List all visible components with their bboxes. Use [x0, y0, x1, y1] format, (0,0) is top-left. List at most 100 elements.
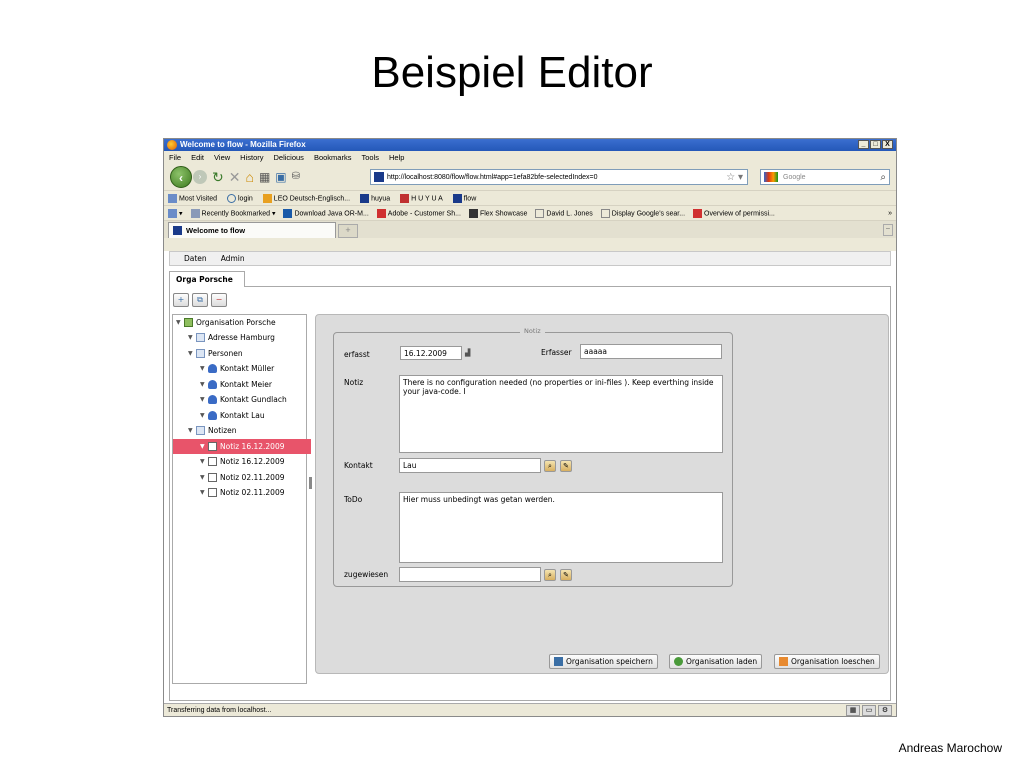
- delete-icon[interactable]: −: [211, 293, 227, 307]
- expand-arrow-icon[interactable]: ▼: [200, 454, 208, 469]
- bookmark-java[interactable]: Download Java OR-M...: [283, 208, 369, 218]
- search-icon[interactable]: ⌕: [880, 172, 886, 183]
- search-contact-icon[interactable]: ⌕: [544, 569, 556, 581]
- stop-icon[interactable]: ✕: [229, 169, 241, 185]
- bookmark-most-visited[interactable]: Most Visited: [168, 193, 217, 203]
- browser-tab[interactable]: Welcome to flow: [168, 222, 336, 238]
- tree-node-label: Kontakt Meier: [220, 380, 272, 389]
- flash-icon: [360, 193, 370, 203]
- splitter-handle[interactable]: [309, 477, 312, 489]
- copy-icon[interactable]: ⧉: [192, 293, 208, 307]
- status-settings-icon[interactable]: ⚙: [878, 705, 892, 716]
- tree-node[interactable]: ▼ Kontakt Meier: [200, 377, 272, 392]
- tree-node-label: Kontakt Lau: [220, 411, 265, 420]
- calendar-icon[interactable]: ▟: [465, 349, 477, 360]
- todo-textarea[interactable]: Hier muss unbedingt was getan werden.: [399, 492, 723, 563]
- bookmark-label: Flex Showcase: [479, 209, 528, 217]
- maximize-button[interactable]: □: [870, 140, 881, 149]
- bookmark-overview[interactable]: Overview of permissi...: [693, 208, 775, 218]
- menu-help[interactable]: Help: [389, 151, 404, 164]
- folder-icon: [196, 333, 205, 342]
- tree-node[interactable]: ▼ Personen: [188, 346, 243, 361]
- bookmark-label: login: [238, 194, 253, 202]
- tree-node[interactable]: ▼ Kontakt Lau: [200, 408, 265, 423]
- bookmark-adobe[interactable]: Adobe - Customer Sh...: [376, 208, 461, 218]
- app-menu-admin[interactable]: Admin: [221, 254, 245, 263]
- tag-icon[interactable]: ⛁: [292, 169, 300, 185]
- bookmark-huyua-2[interactable]: H U Y U A: [400, 193, 443, 203]
- menu-tools[interactable]: Tools: [361, 151, 379, 164]
- app-menubar: Daten Admin: [169, 251, 891, 266]
- expand-arrow-icon[interactable]: ▼: [200, 485, 208, 500]
- minimize-button[interactable]: _: [858, 140, 869, 149]
- bookmark-huyua[interactable]: huyua: [360, 193, 390, 203]
- expand-arrow-icon[interactable]: ▼: [200, 408, 208, 423]
- bookmark-flex[interactable]: Flex Showcase: [468, 208, 528, 218]
- load-organisation-button[interactable]: Organisation laden: [669, 654, 763, 669]
- notiz-textarea[interactable]: There is no configuration needed (no pro…: [399, 375, 723, 453]
- tree-node[interactable]: ▼ Kontakt Gundlach: [200, 392, 287, 407]
- tree-node[interactable]: ▼ Notiz 02.11.2009: [200, 485, 285, 500]
- menu-history[interactable]: History: [240, 151, 263, 164]
- bookmarks-overflow-button[interactable]: »: [888, 210, 892, 217]
- menu-view[interactable]: View: [214, 151, 230, 164]
- menu-file[interactable]: File: [169, 151, 181, 164]
- search-input[interactable]: Google ⌕: [760, 169, 890, 185]
- note-icon: [208, 488, 217, 497]
- bookmark-leo[interactable]: LEO Deutsch-Englisch...: [262, 193, 350, 203]
- tree-node[interactable]: ▼ Organisation Porsche: [176, 315, 276, 330]
- bookmark-david[interactable]: David L. Jones: [535, 208, 593, 218]
- delete-organisation-button[interactable]: Organisation loeschen: [774, 654, 880, 669]
- toolbar-extension-icon[interactable]: ▦: [259, 169, 270, 185]
- tree-node-selected[interactable]: ▼ Notiz 16.12.2009: [173, 439, 311, 454]
- expand-arrow-icon[interactable]: ▼: [188, 346, 196, 361]
- edit-contact-icon[interactable]: ✎: [560, 569, 572, 581]
- zugewiesen-field[interactable]: [399, 567, 541, 582]
- bookmark-menu-button[interactable]: ▾: [168, 208, 183, 218]
- url-bar[interactable]: http://localhost:8080/flow/flow.html#app…: [370, 169, 748, 185]
- bookmark-flow[interactable]: flow: [452, 193, 476, 203]
- status-addon-icon[interactable]: ▦: [846, 705, 860, 716]
- save-organisation-button[interactable]: Organisation speichern: [549, 654, 658, 669]
- kontakt-field[interactable]: Lau: [399, 458, 541, 473]
- expand-arrow-icon[interactable]: ▼: [200, 361, 208, 376]
- home-icon[interactable]: ⌂: [245, 169, 253, 185]
- search-placeholder: Google: [783, 173, 806, 181]
- new-tab-button[interactable]: +: [338, 224, 358, 238]
- tree-node-label: Notiz 02.11.2009: [220, 488, 285, 497]
- tab-list-button[interactable]: –: [883, 224, 893, 236]
- close-button[interactable]: X: [882, 140, 893, 149]
- bookmark-google[interactable]: Display Google's sear...: [600, 208, 685, 218]
- status-window-icon[interactable]: ▭: [862, 705, 876, 716]
- flash-icon: [452, 193, 462, 203]
- add-icon[interactable]: +: [173, 293, 189, 307]
- edit-contact-icon[interactable]: ✎: [560, 460, 572, 472]
- bookmark-login[interactable]: login: [227, 193, 253, 203]
- bookmark-extension-icon[interactable]: ▣: [275, 169, 286, 185]
- menu-edit[interactable]: Edit: [191, 151, 204, 164]
- menu-delicious[interactable]: Delicious: [274, 151, 304, 164]
- expand-arrow-icon[interactable]: ▼: [200, 377, 208, 392]
- search-contact-icon[interactable]: ⌕: [544, 460, 556, 472]
- expand-arrow-icon[interactable]: ▼: [200, 439, 208, 454]
- back-icon[interactable]: ‹: [170, 166, 192, 188]
- tree-node[interactable]: ▼ Notizen: [188, 423, 237, 438]
- star-icon[interactable]: ☆ ▾: [726, 172, 743, 183]
- expand-arrow-icon[interactable]: ▼: [176, 315, 184, 330]
- forward-icon[interactable]: ›: [193, 170, 207, 184]
- bookmark-recently[interactable]: Recently Bookmarked ▾: [190, 208, 275, 218]
- tree-node[interactable]: ▼ Notiz 02.11.2009: [200, 470, 285, 485]
- expand-arrow-icon[interactable]: ▼: [188, 330, 196, 345]
- expand-arrow-icon[interactable]: ▼: [200, 470, 208, 485]
- expand-arrow-icon[interactable]: ▼: [200, 392, 208, 407]
- tree-node[interactable]: ▼ Adresse Hamburg: [188, 330, 275, 345]
- tree-node[interactable]: ▼ Notiz 16.12.2009: [200, 454, 285, 469]
- expand-arrow-icon[interactable]: ▼: [188, 423, 196, 438]
- tab-orga-porsche[interactable]: Orga Porsche: [169, 271, 245, 287]
- tree-node[interactable]: ▼ Kontakt Müller: [200, 361, 274, 376]
- app-menu-daten[interactable]: Daten: [184, 254, 207, 263]
- menu-bookmarks[interactable]: Bookmarks: [314, 151, 352, 164]
- reload-icon[interactable]: ↻: [212, 169, 224, 185]
- erfasst-date-field[interactable]: 16.12.2009: [400, 346, 462, 360]
- erfasser-field[interactable]: aaaaa: [580, 344, 722, 359]
